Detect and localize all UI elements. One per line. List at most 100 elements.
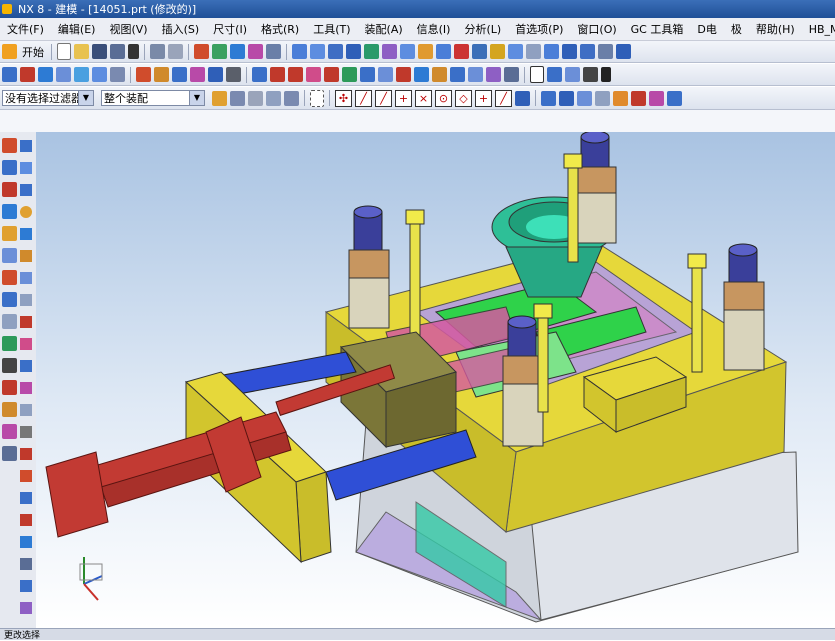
trimetric-icon[interactable] <box>565 67 580 82</box>
copy-to-layer-icon[interactable] <box>400 44 415 59</box>
measure-icon[interactable] <box>583 67 598 82</box>
select-curves-icon[interactable] <box>284 90 299 106</box>
snap-existing-point-icon[interactable]: + <box>475 89 492 107</box>
rotate-view-icon[interactable] <box>92 67 107 82</box>
menu-assembly[interactable]: 装配(A) <box>358 21 410 37</box>
menu-help[interactable]: 帮助(H) <box>749 21 802 37</box>
print-icon[interactable] <box>226 67 241 82</box>
move-to-layer-icon[interactable] <box>382 44 397 59</box>
menu-dimension[interactable]: 尺寸(I) <box>206 21 254 37</box>
thicken-icon[interactable] <box>20 602 32 614</box>
chevron-down-icon[interactable]: ▼ <box>78 91 93 105</box>
trim-icon[interactable] <box>360 67 375 82</box>
web-browser-tab-icon[interactable] <box>2 270 17 285</box>
cone-icon[interactable] <box>20 184 32 196</box>
menu-insert[interactable]: 插入(S) <box>155 21 207 37</box>
wcs-icon[interactable] <box>292 44 307 59</box>
wcs-origin-icon[interactable] <box>328 44 343 59</box>
start-button[interactable]: 开始 <box>20 44 46 60</box>
roles-tab-icon[interactable] <box>2 292 17 307</box>
curve-tab-icon[interactable] <box>2 358 17 373</box>
left-view-icon[interactable] <box>631 90 646 106</box>
snap-end-point-icon[interactable]: ╱ <box>355 89 372 107</box>
xform-tab-icon[interactable] <box>2 446 17 461</box>
extrude-icon[interactable] <box>414 67 429 82</box>
graphics-window[interactable] <box>36 132 835 628</box>
close-icon[interactable] <box>128 44 139 59</box>
zoom-icon[interactable] <box>74 67 89 82</box>
mold-assembly-model[interactable] <box>36 132 835 628</box>
sew-icon[interactable] <box>20 580 32 592</box>
palettes-tab-icon[interactable] <box>2 314 17 329</box>
rectangle-icon[interactable] <box>324 67 339 82</box>
line-icon[interactable] <box>270 67 285 82</box>
selection-scope-dropdown[interactable]: 整个装配 ▼ <box>101 90 205 106</box>
right-view-icon[interactable] <box>613 90 628 106</box>
copy-icon[interactable] <box>212 44 227 59</box>
studio-icon[interactable] <box>190 67 205 82</box>
disp-name-icon[interactable] <box>562 44 577 59</box>
pattern-feature-icon[interactable] <box>20 492 32 504</box>
unite-icon[interactable] <box>20 360 32 372</box>
block-icon[interactable] <box>20 140 32 152</box>
snap-quadrant-icon[interactable]: ◇ <box>455 89 472 107</box>
select-features-icon[interactable] <box>230 90 245 106</box>
text-a-icon[interactable] <box>601 67 611 82</box>
menu-analysis[interactable]: 分析(L) <box>457 21 508 37</box>
menu-hb-mould[interactable]: HB_MOULD <box>802 23 835 36</box>
show-all-icon[interactable] <box>490 44 505 59</box>
view-toolbar-icon[interactable] <box>2 67 17 82</box>
revolve-icon[interactable] <box>432 67 447 82</box>
hole-icon[interactable] <box>450 67 465 82</box>
slot-icon[interactable] <box>20 338 32 350</box>
bottom-view-icon[interactable] <box>667 90 682 106</box>
menu-file[interactable]: 文件(F) <box>0 21 51 37</box>
offset-face-icon[interactable] <box>20 470 32 482</box>
fit-icon[interactable] <box>541 90 556 106</box>
wcs-dynamic-icon[interactable] <box>310 44 325 59</box>
layer-settings-icon[interactable] <box>364 44 379 59</box>
new-file-icon[interactable] <box>57 43 71 60</box>
sphere-icon[interactable] <box>20 206 32 218</box>
paste-icon[interactable] <box>230 44 245 59</box>
snap-on-surface-icon[interactable] <box>515 90 530 106</box>
wcs-rotate-icon[interactable] <box>346 44 361 59</box>
blank-icon[interactable] <box>472 44 487 59</box>
information-icon[interactable] <box>544 44 559 59</box>
view-orient-icon[interactable] <box>547 67 562 82</box>
menu-view[interactable]: 视图(V) <box>102 21 154 37</box>
isometric-view-icon[interactable] <box>559 90 574 106</box>
menu-format[interactable]: 格式(R) <box>254 21 306 37</box>
toolbar-options-icon[interactable] <box>266 44 281 59</box>
reuse-library-tab-icon[interactable] <box>2 204 17 219</box>
split-body-icon[interactable] <box>20 558 32 570</box>
chamfer-icon[interactable] <box>504 67 519 82</box>
part-navigator-tab-icon[interactable] <box>2 138 17 153</box>
general-selection-flags-icon[interactable] <box>212 90 227 106</box>
draft-icon[interactable] <box>20 448 32 460</box>
snap-control-point-icon[interactable]: + <box>395 89 412 107</box>
chevron-down-icon[interactable]: ▼ <box>189 91 204 105</box>
pocket-icon[interactable] <box>20 272 32 284</box>
del-name-icon[interactable] <box>598 44 613 59</box>
snap-intersection-icon[interactable]: × <box>415 89 432 107</box>
edge-blend-icon[interactable] <box>486 67 501 82</box>
menu-edit[interactable]: 编辑(E) <box>51 21 103 37</box>
snap-point-enabled-icon[interactable]: ✣ <box>335 89 352 107</box>
hidden-wireframe-icon[interactable] <box>208 67 223 82</box>
sketch-icon[interactable] <box>252 67 267 82</box>
top-view-icon[interactable] <box>595 90 610 106</box>
pan-icon[interactable] <box>110 67 125 82</box>
fillet-icon[interactable] <box>342 67 357 82</box>
wireframe-icon[interactable] <box>172 67 187 82</box>
select-faces-icon[interactable] <box>266 90 281 106</box>
surface-tab-icon[interactable] <box>2 380 17 395</box>
cylinder-icon[interactable] <box>20 162 32 174</box>
front-view-icon[interactable] <box>577 90 592 106</box>
cut-icon[interactable] <box>194 44 209 59</box>
constraint-icon[interactable] <box>396 67 411 82</box>
analysis-tab-icon[interactable] <box>2 402 17 417</box>
menu-tools[interactable]: 工具(T) <box>306 21 357 37</box>
shell-icon[interactable] <box>20 426 32 438</box>
menu-gc-toolbox[interactable]: GC 工具箱 <box>624 21 691 37</box>
